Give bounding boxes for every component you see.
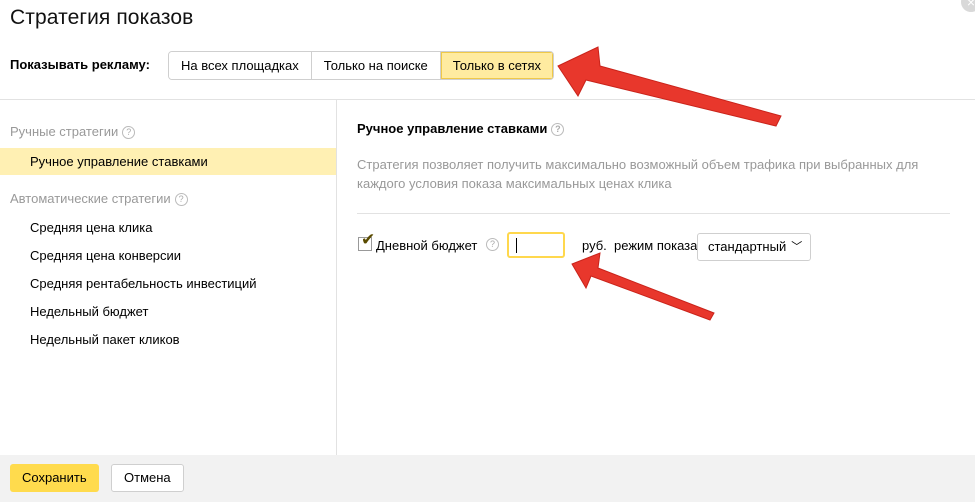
show-ads-networks-only[interactable]: Только в сетях — [440, 52, 554, 79]
daily-budget-input[interactable] — [507, 232, 565, 258]
cancel-button[interactable]: Отмена — [111, 464, 184, 492]
text-caret — [516, 238, 517, 253]
sidebar-item-manual-bids[interactable]: Ручное управление ставками — [0, 148, 336, 175]
help-icon[interactable]: ? — [174, 193, 188, 206]
display-mode-label: режим показа — [614, 238, 698, 253]
sidebar-item-weekly-clicks-pack[interactable]: Недельный пакет кликов — [0, 326, 336, 353]
daily-budget-checkbox[interactable]: ✔ — [358, 230, 375, 251]
arrow-icon-top — [557, 46, 782, 127]
content-divider — [357, 213, 950, 214]
strategy-description: Стратегия позволяет получить максимально… — [357, 157, 919, 191]
show-ads-all-placements[interactable]: На всех площадках — [169, 52, 312, 79]
checkmark-icon: ✔ — [361, 230, 376, 249]
arrow-icon-bottom — [571, 252, 715, 321]
help-icon[interactable]: ? — [486, 238, 499, 251]
daily-budget-label: Дневной бюджет — [376, 238, 478, 253]
sidebar-item-avg-conversion-price[interactable]: Средняя цена конверсии — [0, 242, 336, 269]
save-button[interactable]: Сохранить — [10, 464, 99, 492]
sidebar-divider — [336, 100, 337, 455]
show-ads-toggle: На всех площадках Только на поиске Тольк… — [168, 51, 555, 80]
sidebar-item-avg-roi[interactable]: Средняя рентабельность инвестиций — [0, 270, 336, 297]
close-icon[interactable]: × — [961, 0, 975, 12]
strategy-title: Ручное управление ставками? — [357, 121, 565, 136]
sidebar-group-manual: Ручные стратегии? — [10, 124, 136, 139]
sidebar-item-avg-click-price[interactable]: Средняя цена клика — [0, 214, 336, 241]
show-ads-label: Показывать рекламу: — [10, 57, 150, 72]
dialog-title: Стратегия показов — [10, 6, 194, 29]
show-ads-search-only[interactable]: Только на поиске — [311, 52, 441, 79]
currency-label: руб. — [582, 238, 607, 253]
help-icon[interactable]: ? — [551, 123, 565, 136]
sidebar-group-auto: Автоматические стратегии? — [10, 191, 188, 206]
display-mode-select[interactable]: стандартный ﹀ — [697, 233, 812, 261]
chevron-down-icon: ﹀ — [791, 241, 803, 253]
sidebar-item-weekly-budget[interactable]: Недельный бюджет — [0, 298, 336, 325]
help-icon[interactable]: ? — [122, 126, 136, 139]
header-divider — [0, 99, 975, 100]
